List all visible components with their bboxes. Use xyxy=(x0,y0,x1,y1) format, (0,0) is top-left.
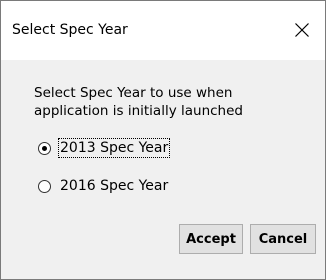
radio-label-2016[interactable]: 2016 Spec Year xyxy=(59,177,169,195)
prompt-text: Select Spec Year to use when application… xyxy=(34,84,324,120)
radio-button-2013[interactable] xyxy=(38,141,51,155)
title-bar: Select Spec Year xyxy=(1,1,325,60)
radio-button-2016[interactable] xyxy=(38,179,51,193)
window-title: Select Spec Year xyxy=(12,22,128,38)
dialog-body: Select Spec Year to use when application… xyxy=(1,60,325,279)
prompt-line-2: application is initially launched xyxy=(34,103,243,119)
select-spec-year-dialog: Select Spec Year Select Spec Year to use… xyxy=(0,0,326,280)
close-icon xyxy=(295,23,309,37)
radio-label-2013[interactable]: 2013 Spec Year xyxy=(57,138,171,158)
cancel-button[interactable]: Cancel xyxy=(250,224,316,254)
radio-option-2016[interactable]: 2016 Spec Year xyxy=(38,174,169,198)
accept-button[interactable]: Accept xyxy=(179,224,243,254)
prompt-line-1: Select Spec Year to use when xyxy=(34,85,233,101)
radio-option-2013[interactable]: 2013 Spec Year xyxy=(38,136,171,160)
close-button[interactable] xyxy=(281,5,325,55)
